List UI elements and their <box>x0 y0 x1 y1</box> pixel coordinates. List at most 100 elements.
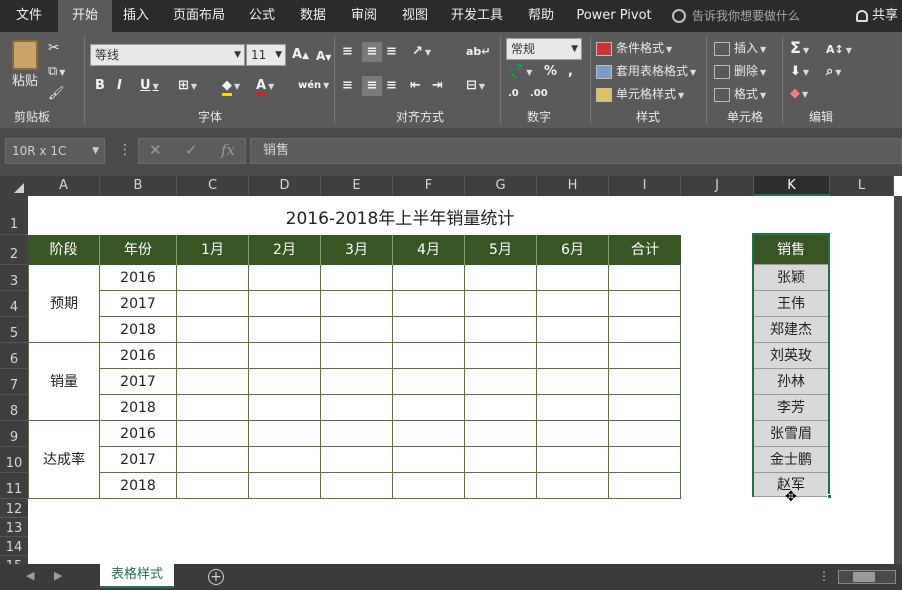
header-feb[interactable]: 2月 <box>249 235 321 265</box>
name-cell[interactable]: 张颖 <box>754 265 828 291</box>
fill-handle[interactable] <box>827 494 832 499</box>
format-painter-icon[interactable]: 🖌 <box>48 84 65 104</box>
cell-styles-button[interactable]: 单元格样式 ▼ <box>596 84 684 106</box>
tab-page-layout[interactable]: 页面布局 <box>162 0 236 32</box>
more-icon[interactable]: ⋮ <box>818 569 830 583</box>
name-box[interactable]: 10R x 1C ▼ <box>5 138 105 164</box>
year-cell[interactable]: 2016 <box>100 343 177 369</box>
insert-cells-button[interactable]: 插入 ▼ <box>714 38 766 60</box>
vertical-scrollbar[interactable] <box>894 196 902 564</box>
delete-cells-button[interactable]: 删除 ▼ <box>714 61 766 83</box>
stage-cell[interactable]: 预期 <box>28 265 100 343</box>
underline-button[interactable]: U ▼ <box>140 76 159 97</box>
name-cell[interactable]: 金士鹏 <box>754 447 828 473</box>
tab-power-pivot[interactable]: Power Pivot <box>574 0 654 32</box>
share-button[interactable]: 共享 <box>855 0 898 32</box>
tab-insert[interactable]: 插入 <box>112 0 160 32</box>
comma-icon[interactable]: , <box>568 62 573 82</box>
name-cell[interactable]: 张雪眉 <box>754 421 828 447</box>
k-header[interactable]: 销售 <box>754 235 828 265</box>
year-cell[interactable]: 2017 <box>100 369 177 395</box>
column-header-i[interactable]: I <box>609 176 681 196</box>
row-header-4[interactable]: 4 <box>0 291 28 317</box>
tab-formulas[interactable]: 公式 <box>240 0 284 32</box>
font-color-icon[interactable]: A ▼ <box>256 76 274 97</box>
format-cells-button[interactable]: 格式 ▼ <box>714 84 766 106</box>
row-header-5[interactable]: 5 <box>0 317 28 343</box>
format-as-table-button[interactable]: 套用表格格式 ▼ <box>596 61 696 83</box>
autosum-icon[interactable]: Σ ▼ <box>790 38 809 61</box>
year-cell[interactable]: 2018 <box>100 395 177 421</box>
align-middle-icon[interactable]: ≡ <box>362 42 382 62</box>
column-header-j[interactable]: J <box>681 176 754 196</box>
name-cell[interactable]: 王伟 <box>754 291 828 317</box>
find-icon[interactable]: ⌕ ▼ <box>826 62 841 83</box>
decrease-font-icon[interactable]: A▼ <box>316 46 331 68</box>
cell-area[interactable]: 2016-2018年上半年销量统计 阶段 年份 1月 2月 3月 4月 5月 6… <box>28 196 894 564</box>
tab-data[interactable]: 数据 <box>290 0 336 32</box>
row-header-8[interactable]: 8 <box>0 395 28 421</box>
row-header-11[interactable]: 11 <box>0 473 28 499</box>
align-bottom-icon[interactable]: ≡ <box>386 42 397 62</box>
header-total[interactable]: 合计 <box>609 235 681 265</box>
row-header-3[interactable]: 3 <box>0 265 28 291</box>
year-cell[interactable]: 2017 <box>100 447 177 473</box>
add-sheet-icon[interactable]: + <box>208 569 224 585</box>
year-cell[interactable]: 2018 <box>100 473 177 499</box>
column-header-b[interactable]: B <box>100 176 177 196</box>
tab-help[interactable]: 帮助 <box>520 0 562 32</box>
header-year[interactable]: 年份 <box>100 235 177 265</box>
header-apr[interactable]: 4月 <box>393 235 465 265</box>
decrease-indent-icon[interactable]: ⇤ <box>410 76 421 96</box>
font-name-combo[interactable]: 等线 ▼ <box>90 44 245 66</box>
select-all-corner[interactable] <box>0 176 28 196</box>
align-right-icon[interactable]: ≡ <box>386 76 397 96</box>
column-header-f[interactable]: F <box>393 176 465 196</box>
row-header-13[interactable]: 13 <box>0 518 28 537</box>
conditional-format-button[interactable]: 条件格式 ▼ <box>596 38 672 60</box>
paste-icon[interactable] <box>12 40 38 70</box>
column-header-g[interactable]: G <box>465 176 537 196</box>
row-header-6[interactable]: 6 <box>0 343 28 369</box>
tab-home[interactable]: 开始 <box>58 0 112 32</box>
increase-indent-icon[interactable]: ⇥ <box>432 76 443 96</box>
header-jun[interactable]: 6月 <box>537 235 609 265</box>
align-left-icon[interactable]: ≡ <box>342 76 353 96</box>
column-header-e[interactable]: E <box>321 176 393 196</box>
column-header-l[interactable]: L <box>830 176 894 196</box>
column-header-k[interactable]: K <box>754 176 830 196</box>
row-header-2[interactable]: 2 <box>0 235 28 265</box>
merge-icon[interactable]: ⊟ ▼ <box>466 76 485 97</box>
row-header-12[interactable]: 12 <box>0 499 28 518</box>
insert-function-icon[interactable]: fx <box>221 141 235 159</box>
copy-icon[interactable]: ⧉ ▼ <box>48 62 65 83</box>
next-sheet-icon[interactable]: ▶ <box>54 569 62 582</box>
prev-sheet-icon[interactable]: ◀ <box>26 569 34 582</box>
horizontal-scrollbar[interactable] <box>838 570 896 584</box>
column-header-a[interactable]: A <box>28 176 100 196</box>
name-cell[interactable]: 李芳 <box>754 395 828 421</box>
bold-button[interactable]: B <box>95 76 105 96</box>
row-header-10[interactable]: 10 <box>0 447 28 473</box>
name-cell[interactable]: 刘英玫 <box>754 343 828 369</box>
tab-developer[interactable]: 开发工具 <box>444 0 510 32</box>
decrease-decimal-icon[interactable]: .00 <box>530 84 548 104</box>
fill-color-icon[interactable]: ◆ ▼ <box>222 76 240 97</box>
tab-file[interactable]: 文件 <box>0 0 58 32</box>
paste-button[interactable]: 粘贴 <box>12 72 38 92</box>
header-jan[interactable]: 1月 <box>177 235 249 265</box>
fill-icon[interactable]: ⬇ ▼ <box>790 62 809 83</box>
column-header-h[interactable]: H <box>537 176 609 196</box>
tab-view[interactable]: 视图 <box>393 0 437 32</box>
header-may[interactable]: 5月 <box>465 235 537 265</box>
sheet-title[interactable]: 2016-2018年上半年销量统计 <box>100 204 700 229</box>
cancel-icon[interactable]: ✕ <box>149 141 162 159</box>
row-header-1[interactable]: 1 <box>0 196 28 235</box>
scroll-thumb[interactable] <box>853 572 875 582</box>
column-header-c[interactable]: C <box>177 176 249 196</box>
increase-font-icon[interactable]: A▲ <box>292 45 309 66</box>
stage-cell[interactable]: 销量 <box>28 343 100 421</box>
more-icon[interactable]: ⋮ <box>118 142 132 158</box>
name-cell[interactable]: 郑建杰 <box>754 317 828 343</box>
currency-icon[interactable]: 💱 ▼ <box>508 62 532 83</box>
